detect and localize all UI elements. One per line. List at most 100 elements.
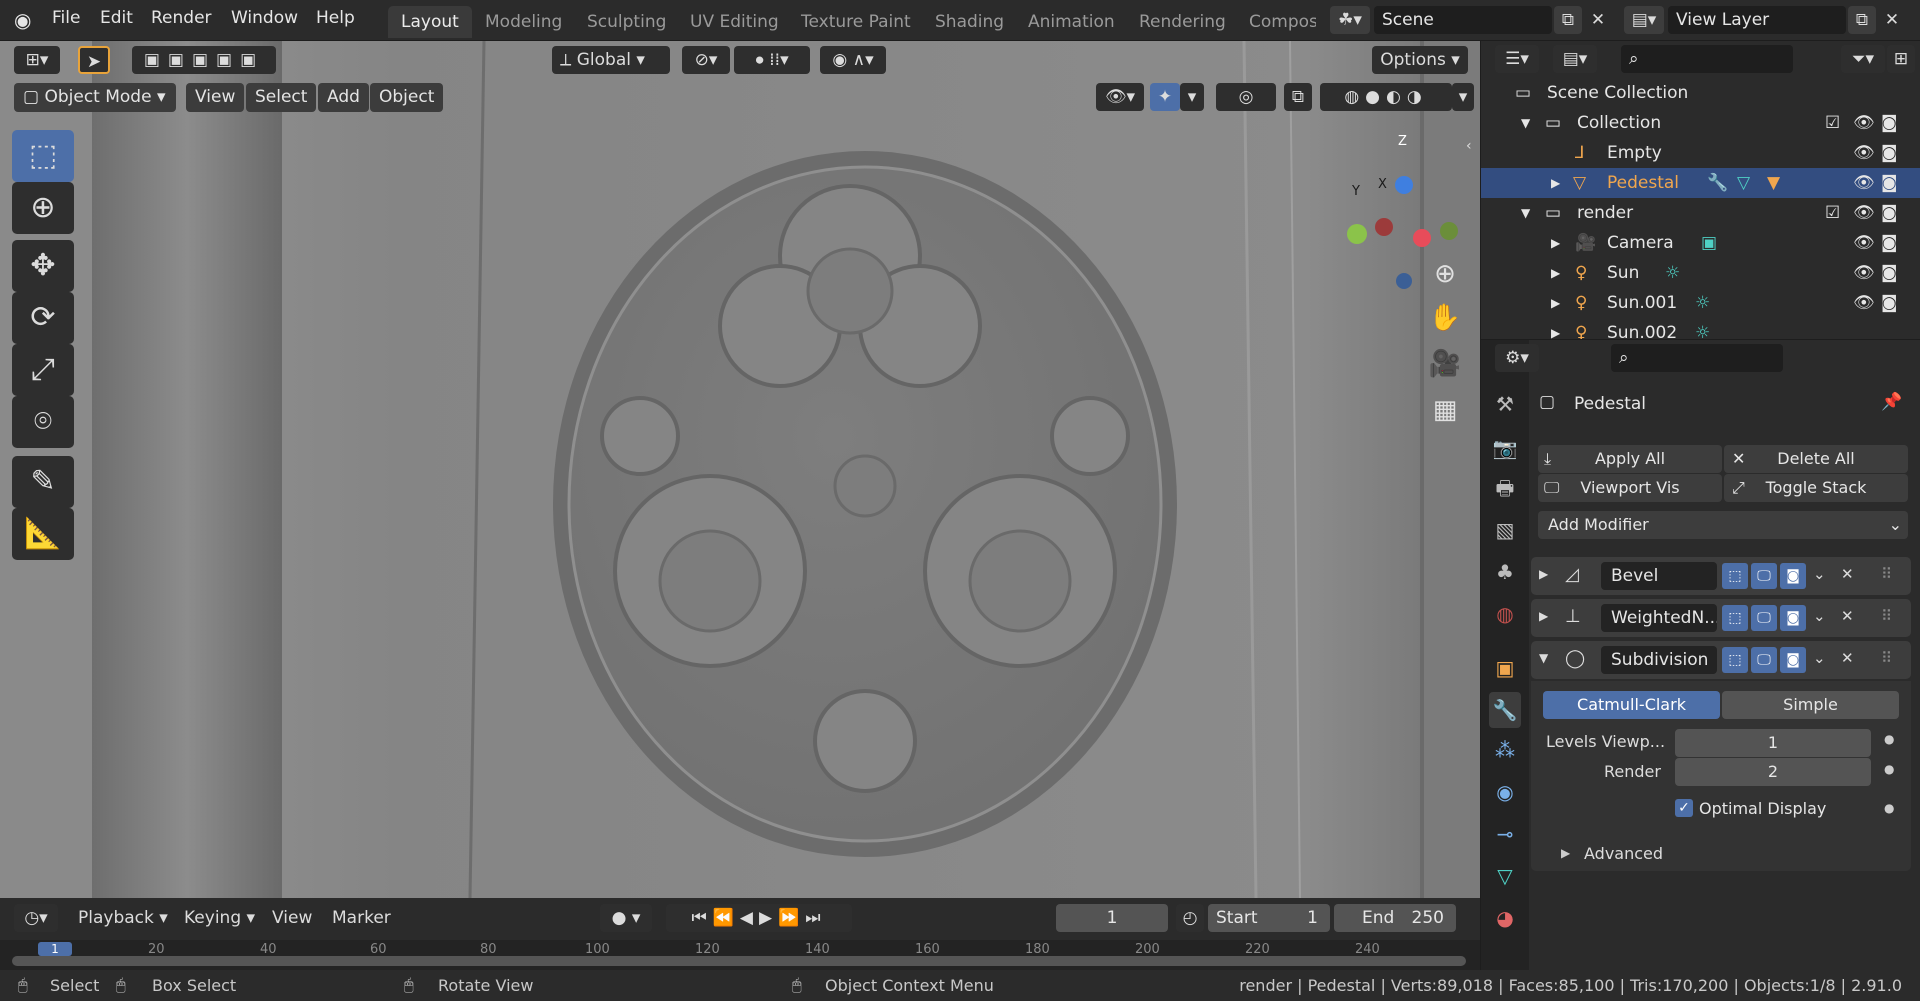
properties-editor-icon[interactable]: ⚙▾: [1495, 344, 1539, 372]
camera-render-icon[interactable]: ◙: [1881, 108, 1898, 138]
scene-browse-icon[interactable]: ☘▾: [1330, 6, 1370, 34]
render-icon[interactable]: ◙: [1780, 647, 1806, 673]
modifier-subdivision[interactable]: ▼ ◯ Subdivision ⬚ 🖵 ◙ ⌄ ✕ ⠿: [1531, 641, 1911, 679]
sun-data-icon[interactable]: ☼: [1665, 258, 1680, 288]
gizmo-toggle-icon[interactable]: ✦: [1150, 83, 1180, 111]
playhead[interactable]: 1: [38, 942, 72, 956]
gizmo-z-label[interactable]: Z: [1398, 134, 1407, 149]
realtime-icon[interactable]: 🖵: [1751, 605, 1777, 631]
menu-window[interactable]: Window: [231, 8, 298, 28]
eye-icon[interactable]: 👁: [1853, 288, 1875, 318]
menu-edit[interactable]: Edit: [100, 8, 133, 28]
timeline-menu-playback[interactable]: Playback ▾: [78, 908, 168, 928]
view-layer-field[interactable]: View Layer: [1668, 6, 1846, 34]
outliner-row-scene-collection[interactable]: ▭ Scene Collection: [1481, 78, 1920, 108]
eye-icon[interactable]: 👁: [1853, 228, 1875, 258]
timeline-editor-icon[interactable]: ◷▾: [14, 904, 58, 932]
menu-file[interactable]: File: [52, 8, 80, 28]
shading-dropdown-icon[interactable]: ▾: [1452, 83, 1474, 111]
outliner-row-sun-001[interactable]: ▶ ♀ Sun.001 ☼ 👁 ◙: [1481, 288, 1920, 318]
outliner-editor-icon[interactable]: ☰▾: [1495, 45, 1539, 73]
realtime-icon[interactable]: 🖵: [1751, 647, 1777, 673]
menu-render[interactable]: Render: [151, 8, 212, 28]
tab-particles-icon[interactable]: ⁂: [1489, 732, 1521, 768]
options-dropdown[interactable]: Options ▾: [1372, 46, 1468, 74]
gizmo-y-label[interactable]: Y: [1352, 184, 1360, 199]
tab-layout[interactable]: Layout: [388, 6, 472, 38]
3d-viewport[interactable]: [0, 41, 1480, 898]
outliner-row-camera[interactable]: ▶ 🎥 Camera ▣ 👁 ◙: [1481, 228, 1920, 258]
tab-shading[interactable]: Shading: [922, 6, 1017, 38]
modifier-name-field[interactable]: Bevel: [1601, 562, 1717, 590]
menu-object[interactable]: Object: [370, 83, 444, 112]
move-tool-icon[interactable]: ✥: [12, 240, 74, 292]
menu-help[interactable]: Help: [316, 8, 355, 28]
tab-physics-icon[interactable]: ◉: [1489, 774, 1521, 810]
timeline-ruler[interactable]: 1 20 40 60 80 100 120 140 160 180 200 22…: [0, 940, 1480, 970]
pivot-point-icon[interactable]: ⊘▾: [682, 46, 730, 74]
advanced-subpanel[interactable]: Advanced: [1584, 844, 1663, 863]
outliner-search-input[interactable]: ⌕: [1621, 45, 1793, 73]
chevron-down-icon[interactable]: ⌄: [1813, 607, 1826, 625]
transform-tool-icon[interactable]: ⌾: [12, 396, 74, 448]
gizmo-x-label[interactable]: X: [1378, 177, 1387, 192]
menu-select[interactable]: Select: [246, 83, 317, 112]
tab-compositing[interactable]: Compos: [1236, 6, 1316, 38]
outliner-row-collection[interactable]: ▼ ▭ Collection ☑ 👁 ◙: [1481, 108, 1920, 138]
camera-render-icon[interactable]: ◙: [1881, 288, 1898, 318]
timeline[interactable]: ◷▾ Playback ▾ Keying ▾ View Marker ● ▾ ⏮…: [0, 898, 1480, 970]
drag-handle-icon[interactable]: ⠿: [1881, 649, 1892, 667]
playback-controls[interactable]: ⏮⏪◀▶⏩⏭: [666, 904, 852, 932]
expand-arrow-icon[interactable]: ▶: [1551, 258, 1560, 288]
pin-icon[interactable]: 📌: [1881, 392, 1902, 412]
delete-view-layer-icon[interactable]: ✕: [1878, 6, 1906, 34]
camera-render-icon[interactable]: ◙: [1881, 198, 1898, 228]
mesh-data-icon[interactable]: ▽: [1737, 168, 1750, 198]
outliner-row-sun[interactable]: ▶ ♀ Sun ☼ 👁 ◙: [1481, 258, 1920, 288]
render-icon[interactable]: ◙: [1780, 563, 1806, 589]
delete-all-button[interactable]: ✕ Delete All: [1724, 445, 1908, 473]
modifier-weighted-normal[interactable]: ▶ ⊥ WeightedN... ⬚ 🖵 ◙ ⌄ ✕ ⠿: [1531, 599, 1911, 637]
expand-arrow-icon[interactable]: ▶: [1551, 168, 1560, 198]
start-frame-field[interactable]: Start 1: [1208, 904, 1330, 932]
eye-icon[interactable]: 👁: [1853, 138, 1875, 168]
menu-view[interactable]: View: [186, 83, 245, 112]
camera-render-icon[interactable]: ◙: [1881, 138, 1898, 168]
drag-handle-icon[interactable]: ⠿: [1881, 565, 1892, 583]
tab-rendering[interactable]: Rendering: [1126, 6, 1239, 38]
collapse-arrow-icon[interactable]: ▼: [1539, 651, 1548, 665]
tab-render-icon[interactable]: 📷: [1489, 430, 1521, 466]
delete-scene-icon[interactable]: ✕: [1584, 6, 1612, 34]
expand-arrow-icon[interactable]: ▶: [1551, 228, 1560, 258]
keyframe-dot-icon[interactable]: ●: [1884, 801, 1894, 815]
zoom-icon[interactable]: ⊕: [1423, 252, 1467, 296]
overlays-icon[interactable]: ◎: [1216, 83, 1276, 111]
tab-tool-icon[interactable]: ⚒: [1489, 386, 1521, 422]
outliner-row-pedestal[interactable]: ▶ ▽ Pedestal 🔧 ▽ ▼ 👁 ◙: [1481, 168, 1920, 198]
tab-scene-icon[interactable]: ♣: [1489, 554, 1521, 590]
gizmo-dropdown-icon[interactable]: ▾: [1180, 83, 1204, 111]
wrench-icon[interactable]: 🔧: [1707, 168, 1728, 198]
snapping-icon[interactable]: ⦁ ⁞⁞▾: [734, 46, 810, 74]
sun-data-icon[interactable]: ☼: [1695, 318, 1710, 339]
tab-modeling[interactable]: Modeling: [472, 6, 575, 38]
tab-world-icon[interactable]: ◍: [1489, 596, 1521, 632]
proportional-editing-icon[interactable]: ◉ ∧▾: [820, 46, 886, 74]
tab-modifiers-icon[interactable]: 🔧: [1489, 692, 1521, 728]
checkbox-icon[interactable]: ☑: [1825, 198, 1840, 228]
keyframe-dot-icon[interactable]: ●: [1884, 732, 1894, 746]
current-frame-field[interactable]: 1: [1056, 904, 1168, 932]
cursor-tool-icon[interactable]: ⊕: [12, 182, 74, 234]
view-layer-browse-icon[interactable]: ▤▾: [1624, 6, 1664, 34]
new-view-layer-icon[interactable]: ⧉: [1848, 6, 1876, 34]
chevron-down-icon[interactable]: ⌄: [1813, 565, 1826, 583]
expand-arrow-icon[interactable]: ▶: [1539, 567, 1548, 581]
camera-render-icon[interactable]: ◙: [1881, 228, 1898, 258]
scene-field[interactable]: Scene: [1374, 6, 1552, 34]
viewport-vis-button[interactable]: 🖵 Viewport Vis: [1538, 474, 1722, 502]
edit-mode-icon[interactable]: ⬚: [1722, 647, 1748, 673]
modifier-bevel[interactable]: ▶ ◿ Bevel ⬚ 🖵 ◙ ⌄ ✕ ⠿: [1531, 557, 1911, 595]
visibility-icon[interactable]: 👁▾: [1096, 83, 1144, 111]
filter-icon[interactable]: ⏷▾: [1841, 45, 1885, 73]
camera-view-icon[interactable]: 🎥: [1423, 342, 1467, 386]
